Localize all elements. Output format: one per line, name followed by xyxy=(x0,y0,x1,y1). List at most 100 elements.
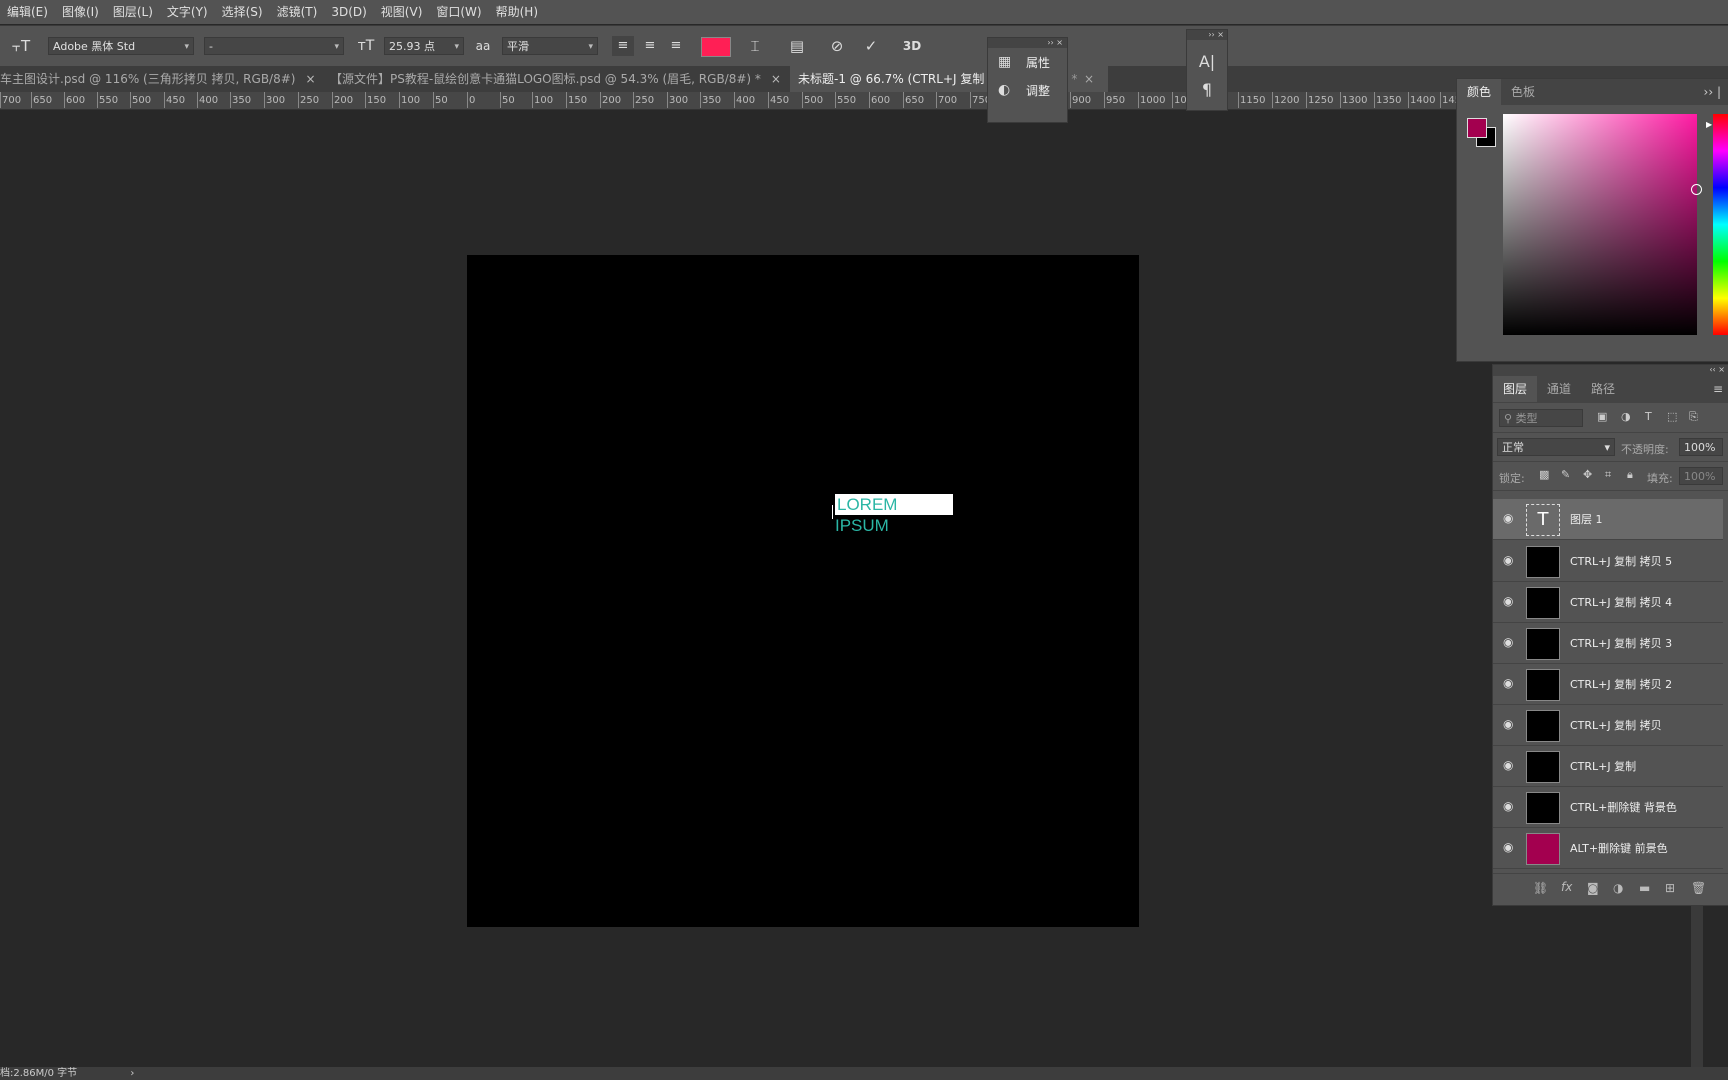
ruler-tick: 200 xyxy=(599,92,622,108)
document-canvas[interactable] xyxy=(467,255,1139,927)
properties-panel-button[interactable]: ▦ 属性 xyxy=(988,48,1067,76)
saturation-value-picker[interactable] xyxy=(1503,114,1702,335)
filter-pixel-icon[interactable]: ▣ xyxy=(1597,410,1607,423)
paragraph-icon[interactable]: ¶ xyxy=(1195,80,1219,100)
visibility-eye-icon[interactable]: ◉ xyxy=(1503,594,1513,608)
align-right-icon[interactable]: ≡ xyxy=(665,36,687,56)
visibility-eye-icon[interactable]: ◉ xyxy=(1503,840,1513,854)
vertical-scrollbar[interactable] xyxy=(1691,905,1703,1075)
tab-doc-2[interactable]: 【源文件】PS教程-鼠绘创意卡通猫LOGO图标.psd @ 54.3% (眉毛,… xyxy=(330,66,780,92)
align-center-icon[interactable]: ≡ xyxy=(639,36,661,56)
font-family-select[interactable]: Adobe 黑体 Std ▾ xyxy=(48,37,194,55)
menu-layer[interactable]: 图层(L) xyxy=(106,0,160,24)
layer-row[interactable]: ◉ CTRL+J 复制 拷贝 5 xyxy=(1493,541,1723,582)
layer-row[interactable]: ◉ T 图层 1 xyxy=(1493,499,1723,540)
character-icon[interactable]: A| xyxy=(1195,52,1219,72)
tab-paths[interactable]: 路径 xyxy=(1581,376,1625,402)
lock-artboard-icon[interactable]: ⌗ xyxy=(1605,468,1611,482)
ruler-tick: 650 xyxy=(902,92,925,108)
layer-thumbnail xyxy=(1526,792,1560,824)
close-icon[interactable]: × xyxy=(305,72,315,86)
adjustment-layer-icon[interactable]: ◑ xyxy=(1613,881,1623,895)
panel-header[interactable]: ‹‹ × xyxy=(1493,365,1728,375)
layer-row[interactable]: ◉ ALT+删除键 前景色 xyxy=(1493,828,1723,869)
visibility-eye-icon[interactable]: ◉ xyxy=(1503,511,1513,525)
menu-filter[interactable]: 滤镜(T) xyxy=(270,0,325,24)
selected-text-layer[interactable]: LOREM IPSUM xyxy=(835,494,953,535)
foreground-color-swatch[interactable] xyxy=(1467,118,1487,138)
tab-layers[interactable]: 图层 xyxy=(1493,376,1538,402)
filter-shape-icon[interactable]: ⬚ xyxy=(1667,410,1677,423)
font-style-select[interactable]: - ▾ xyxy=(204,37,344,55)
add-mask-icon[interactable]: ◙ xyxy=(1587,881,1599,895)
warp-text-icon[interactable]: ⌶ xyxy=(744,36,766,56)
link-layers-icon[interactable]: ⛓︎ xyxy=(1533,881,1548,895)
panel-menu-icon[interactable]: ≡ xyxy=(1713,382,1728,396)
close-icon[interactable]: × xyxy=(771,72,780,86)
panel-header[interactable]: ›› × xyxy=(988,38,1067,48)
cancel-icon[interactable]: ⊘ xyxy=(826,36,848,56)
menu-3d[interactable]: 3D(D) xyxy=(324,0,373,24)
layer-filter-select[interactable]: ⚲ 类型 xyxy=(1499,409,1583,427)
new-layer-icon[interactable]: ⊞ xyxy=(1665,881,1675,895)
new-group-icon[interactable]: ▬ xyxy=(1639,881,1650,895)
lock-image-icon[interactable]: ✎ xyxy=(1561,468,1570,481)
menu-edit[interactable]: 编辑(E) xyxy=(0,0,55,24)
filter-smart-object-icon[interactable]: ⎘ xyxy=(1689,410,1698,424)
blend-mode-select[interactable]: 正常 ▾ xyxy=(1497,438,1615,456)
status-arrow-icon[interactable]: › xyxy=(130,1068,134,1079)
layer-row[interactable]: ◉ CTRL+J 复制 拷贝 2 xyxy=(1493,664,1723,705)
lock-transparent-icon[interactable]: ▩ xyxy=(1539,468,1549,481)
ruler-tick: 550 xyxy=(96,92,119,108)
char-panel-icon[interactable]: ▤ xyxy=(786,36,808,56)
text-color-swatch[interactable] xyxy=(701,37,731,57)
panel-header[interactable]: ›› × xyxy=(1187,30,1227,40)
lock-position-icon[interactable]: ✥ xyxy=(1583,468,1592,481)
lock-label: 锁定: xyxy=(1499,472,1525,485)
layer-name: CTRL+J 复制 xyxy=(1570,760,1637,773)
filter-type-icon[interactable]: T xyxy=(1645,410,1652,423)
font-size-select[interactable]: 25.93 点 ▾ xyxy=(384,37,464,55)
visibility-eye-icon[interactable]: ◉ xyxy=(1503,635,1513,649)
layer-row[interactable]: ◉ CTRL+J 复制 拷贝 4 xyxy=(1493,582,1723,623)
opacity-input[interactable]: 100% xyxy=(1679,438,1723,456)
tab-swatches[interactable]: 色板 xyxy=(1501,79,1545,105)
visibility-eye-icon[interactable]: ◉ xyxy=(1503,553,1513,567)
tab-channels[interactable]: 通道 xyxy=(1537,376,1581,402)
close-icon[interactable]: × xyxy=(1084,66,1098,92)
3d-button[interactable]: 3D xyxy=(900,36,924,56)
menu-help[interactable]: 帮助(H) xyxy=(489,0,545,24)
ruler-tick: 900 xyxy=(1069,92,1092,108)
filter-adjustment-icon[interactable]: ◑ xyxy=(1621,410,1631,423)
hue-slider[interactable] xyxy=(1713,114,1728,335)
menu-window[interactable]: 窗口(W) xyxy=(429,0,488,24)
adjustments-icon: ◐ xyxy=(998,82,1011,98)
commit-icon[interactable]: ✓ xyxy=(860,36,882,56)
layer-row[interactable]: ◉ CTRL+J 复制 拷贝 3 xyxy=(1493,623,1723,664)
lock-all-icon[interactable]: 🔒︎ xyxy=(1627,468,1633,482)
menu-view[interactable]: 视图(V) xyxy=(374,0,430,24)
fill-input[interactable]: 100% xyxy=(1679,467,1723,485)
layer-row[interactable]: ◉ CTRL+删除键 背景色 xyxy=(1493,787,1723,828)
trash-icon[interactable]: 🗑︎ xyxy=(1691,881,1706,895)
panel-menu-icon[interactable]: ›› | xyxy=(1704,85,1728,99)
visibility-eye-icon[interactable]: ◉ xyxy=(1503,717,1513,731)
antialias-select[interactable]: 平滑 ▾ xyxy=(502,37,598,55)
tab-doc-1[interactable]: 车主图设计.psd @ 116% (三角形拷贝 拷贝, RGB/8#) × xyxy=(0,66,316,92)
menu-image[interactable]: 图像(I) xyxy=(55,0,106,24)
menu-type[interactable]: 文字(Y) xyxy=(160,0,215,24)
fx-icon[interactable]: fx xyxy=(1561,880,1572,894)
color-picker-handle[interactable] xyxy=(1691,184,1702,195)
layer-row[interactable]: ◉ CTRL+J 复制 xyxy=(1493,746,1723,787)
align-left-icon[interactable]: ≡ xyxy=(612,36,634,56)
menu-select[interactable]: 选择(S) xyxy=(215,0,270,24)
tab-color[interactable]: 颜色 xyxy=(1457,79,1502,105)
type-tool-icon[interactable]: ⫟T xyxy=(10,36,32,56)
ruler-tick: 250 xyxy=(632,92,655,108)
visibility-eye-icon[interactable]: ◉ xyxy=(1503,676,1513,690)
layer-row[interactable]: ◉ CTRL+J 复制 拷贝 xyxy=(1493,705,1723,746)
adjustments-panel-button[interactable]: ◐ 调整 xyxy=(988,76,1067,104)
visibility-eye-icon[interactable]: ◉ xyxy=(1503,799,1513,813)
hue-slider-arrow-icon[interactable]: ▶ xyxy=(1706,120,1712,129)
visibility-eye-icon[interactable]: ◉ xyxy=(1503,758,1513,772)
